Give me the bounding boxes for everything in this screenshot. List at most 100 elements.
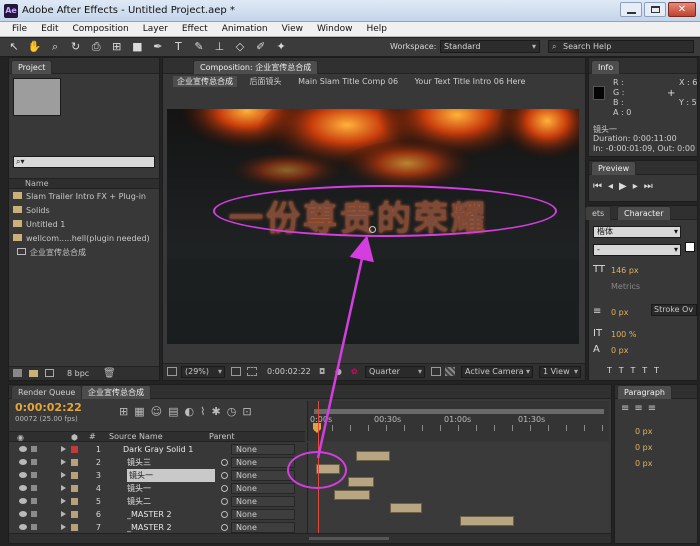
play-icon[interactable]: ▶ — [619, 181, 633, 192]
label-color[interactable] — [71, 472, 78, 479]
selection-tool-icon[interactable]: ↖ — [6, 39, 22, 55]
search-help-input[interactable]: ⌕ Search Help — [548, 40, 694, 53]
comp-mini-flowchart-icon[interactable]: ⊞ — [119, 405, 134, 418]
audio-icon[interactable] — [31, 485, 37, 491]
next-frame-icon[interactable]: ▸ — [633, 181, 644, 192]
safe-zones-icon[interactable] — [231, 367, 241, 376]
audio-icon[interactable] — [31, 498, 37, 504]
space-before-value[interactable]: 0 px — [635, 443, 652, 452]
list-item[interactable]: Untitled 1 — [9, 218, 159, 232]
expand-icon[interactable] — [61, 498, 66, 504]
view-layout-select[interactable]: 1 View ▾ — [539, 366, 581, 378]
tab-composition[interactable]: Composition: 企业宣传总合成 — [193, 60, 319, 74]
parent-select[interactable]: None — [231, 509, 295, 520]
expand-icon[interactable] — [61, 446, 66, 452]
space-after-value[interactable]: 0 px — [635, 459, 652, 468]
tab-render-queue[interactable]: Render Queue — [11, 385, 83, 399]
new-folder-icon[interactable] — [29, 370, 38, 377]
label-color[interactable] — [71, 446, 78, 453]
bpc-label[interactable]: 8 bpc — [67, 369, 89, 378]
table-row[interactable]: 1 Dark Gray Solid 1 None — [9, 443, 305, 456]
stroke-width-value[interactable]: 0 px — [611, 308, 628, 317]
eye-icon[interactable] — [19, 498, 27, 504]
font-family-select[interactable]: 楷体 ▾ — [593, 226, 681, 238]
audio-icon[interactable] — [31, 511, 37, 517]
font-size-value[interactable]: 146 px — [611, 266, 639, 275]
workspace-select[interactable]: Standard ▾ — [440, 40, 540, 53]
interpret-footage-icon[interactable] — [13, 369, 22, 377]
eye-icon[interactable] — [19, 524, 27, 530]
label-color[interactable] — [71, 485, 78, 492]
last-frame-icon[interactable]: ⏭ — [644, 181, 659, 192]
camera-select[interactable]: Active Camera ▾ — [461, 366, 533, 378]
auto-keyframe-icon[interactable]: ◷ — [227, 405, 243, 418]
expand-icon[interactable] — [61, 524, 66, 530]
region-of-interest-icon[interactable] — [431, 367, 441, 376]
stroke-over-select[interactable]: Stroke Ov — [651, 304, 697, 316]
table-row-selected[interactable]: 3 镜头一 None — [9, 469, 305, 482]
baseline-shift-value[interactable]: 0 px — [611, 346, 628, 355]
new-composition-icon[interactable] — [45, 369, 54, 377]
channel-icon[interactable]: ✿ — [351, 367, 358, 376]
prev-frame-icon[interactable]: ◂ — [608, 181, 619, 192]
layer-bar-5[interactable] — [334, 490, 370, 500]
tab-info[interactable]: Info — [591, 60, 621, 74]
tab-timeline-comp[interactable]: 企业宣传总合成 — [81, 385, 151, 399]
pan-behind-tool-icon[interactable]: ⊞ — [109, 39, 125, 55]
brainstorm-icon[interactable]: ✱ — [211, 405, 226, 418]
rectangle-tool-icon[interactable]: ■ — [129, 39, 145, 55]
list-item[interactable]: Slam Trailer Intro FX + Plug-in — [9, 190, 159, 204]
text-tool-icon[interactable]: T — [170, 39, 186, 55]
parent-select[interactable]: None — [231, 470, 295, 481]
eraser-tool-icon[interactable]: ◇ — [232, 39, 248, 55]
hand-tool-icon[interactable]: ✋ — [27, 39, 43, 55]
eye-icon[interactable] — [19, 485, 27, 491]
resolution-select[interactable]: Quarter ▾ — [365, 366, 425, 378]
pickwhip-icon[interactable] — [221, 498, 228, 505]
pickwhip-icon[interactable] — [221, 511, 228, 518]
puppet-tool-icon[interactable]: ✦ — [273, 39, 289, 55]
expand-icon[interactable] — [61, 485, 66, 491]
maximize-button[interactable] — [644, 2, 666, 17]
menu-animation[interactable]: Animation — [222, 24, 268, 34]
frame-blending-icon[interactable]: ▤ — [168, 405, 184, 418]
list-item[interactable]: 企业宣传总合成 — [9, 246, 159, 260]
tab-project[interactable]: Project — [11, 60, 53, 74]
snapshot-icon[interactable]: ◘ — [319, 367, 325, 376]
tab-paragraph[interactable]: Paragraph — [617, 385, 672, 399]
timecode-display[interactable]: 0:00:02:22 — [267, 367, 311, 376]
audio-icon[interactable] — [31, 524, 37, 530]
parent-select[interactable]: None — [231, 483, 295, 494]
expand-icon[interactable] — [61, 472, 66, 478]
close-button[interactable]: ✕ — [668, 2, 696, 17]
table-row[interactable]: 6 _MASTER 2 None — [9, 508, 305, 521]
table-row[interactable]: 4 镜头一 None — [9, 482, 305, 495]
time-ruler[interactable]: 0:00s 00:30s 01:00s 01:30s — [307, 401, 609, 441]
list-item[interactable]: wellcom.....hell(plugin needed) — [9, 232, 159, 246]
expand-icon[interactable] — [61, 459, 66, 465]
always-preview-icon[interactable] — [167, 367, 177, 376]
eye-icon[interactable] — [19, 459, 27, 465]
tracking-label[interactable]: Metrics — [611, 282, 640, 291]
cti-marker-icon[interactable] — [313, 423, 321, 433]
align-left-icon[interactable]: ≡ — [621, 403, 634, 414]
zoom-tool-icon[interactable]: ⌕ — [47, 39, 63, 55]
menu-window[interactable]: Window — [317, 24, 353, 34]
project-search-input[interactable]: ⌕▾ — [13, 156, 155, 168]
show-snapshot-icon[interactable]: ● — [335, 367, 342, 376]
label-color[interactable] — [71, 524, 78, 531]
hide-shy-icon[interactable]: ☺ — [151, 405, 168, 418]
small-caps-icon[interactable]: T — [654, 366, 666, 375]
pickwhip-icon[interactable] — [221, 524, 228, 531]
rotate-tool-icon[interactable]: ↻ — [68, 39, 84, 55]
layer-bar-4[interactable] — [348, 477, 374, 487]
audio-icon[interactable] — [31, 459, 37, 465]
work-area-bar[interactable] — [314, 409, 604, 414]
parent-select[interactable]: None — [231, 457, 295, 468]
menu-layer[interactable]: Layer — [143, 24, 168, 34]
fill-color-swatch[interactable] — [685, 242, 695, 252]
motion-blur-icon[interactable]: ◐ — [185, 405, 201, 418]
faux-bold-icon[interactable]: T — [607, 366, 619, 375]
menu-edit[interactable]: Edit — [41, 24, 58, 34]
pickwhip-icon[interactable] — [221, 472, 228, 479]
